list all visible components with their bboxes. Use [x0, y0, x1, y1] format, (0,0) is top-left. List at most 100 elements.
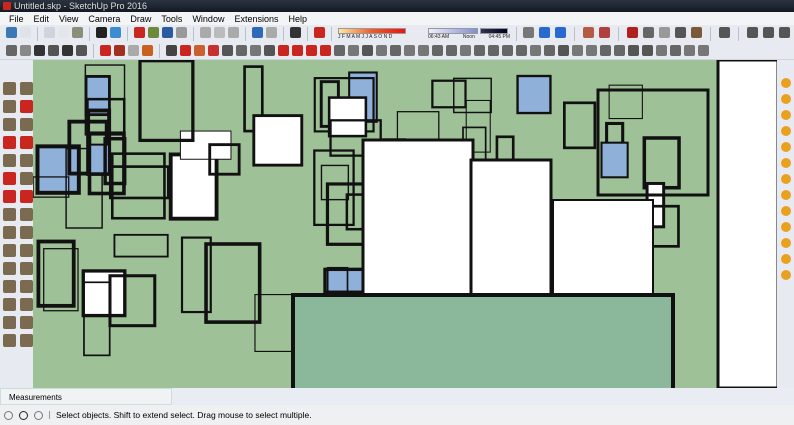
zoom-extents-icon[interactable] [3, 298, 16, 311]
line-icon[interactable] [20, 100, 33, 113]
view-tool-icon[interactable] [691, 26, 702, 38]
menu-help[interactable]: Help [283, 14, 312, 24]
window-model[interactable] [716, 60, 777, 388]
secondary-tool-icon[interactable] [446, 45, 457, 56]
view-tool-icon[interactable] [599, 26, 610, 38]
main-tool-icon[interactable] [228, 26, 239, 38]
move-icon[interactable] [20, 154, 33, 167]
window-model[interactable] [552, 199, 654, 301]
3d-viewport[interactable] [33, 60, 777, 388]
view-tool-icon[interactable] [583, 26, 594, 38]
tape-measure-icon[interactable] [3, 208, 16, 221]
secondary-tool-icon[interactable] [6, 45, 17, 56]
secondary-tool-icon[interactable] [320, 45, 331, 56]
secondary-tool-icon[interactable] [642, 45, 653, 56]
secondary-tool-icon[interactable] [306, 45, 317, 56]
main-tool-icon[interactable] [290, 26, 301, 38]
secondary-tool-icon[interactable] [250, 45, 261, 56]
view-tool-icon[interactable] [675, 26, 686, 38]
secondary-tool-icon[interactable] [502, 45, 513, 56]
look-around-icon[interactable] [20, 316, 33, 329]
secondary-tool-icon[interactable] [208, 45, 219, 56]
window-model[interactable] [204, 242, 262, 324]
window-model[interactable] [138, 60, 195, 143]
secondary-tool-icon[interactable] [684, 45, 695, 56]
window-model[interactable] [291, 293, 675, 388]
3d-text-icon[interactable] [20, 244, 33, 257]
secondary-tool-icon[interactable] [20, 45, 31, 56]
extension-icon[interactable] [780, 190, 791, 200]
view-tool-icon[interactable] [719, 26, 730, 38]
view-tool-icon[interactable] [555, 26, 566, 38]
secondary-tool-icon[interactable] [656, 45, 667, 56]
orbit-icon[interactable] [3, 262, 16, 275]
menu-window[interactable]: Window [187, 14, 229, 24]
secondary-tool-icon[interactable] [348, 45, 359, 56]
main-tool-icon[interactable] [162, 26, 173, 38]
view-tool-icon[interactable] [523, 26, 534, 38]
secondary-tool-icon[interactable] [572, 45, 583, 56]
window-model[interactable] [431, 79, 467, 109]
secondary-tool-icon[interactable] [432, 45, 443, 56]
section-plane-icon[interactable] [20, 334, 33, 347]
secondary-tool-icon[interactable] [264, 45, 275, 56]
axes-icon[interactable] [3, 244, 16, 257]
extension-icon[interactable] [780, 110, 791, 120]
secondary-tool-icon[interactable] [278, 45, 289, 56]
circle-icon[interactable] [20, 118, 33, 131]
window-model[interactable] [252, 114, 304, 167]
push-pull-icon[interactable] [3, 154, 16, 167]
secondary-tool-icon[interactable] [180, 45, 191, 56]
secondary-tool-icon[interactable] [100, 45, 111, 56]
window-model[interactable] [327, 96, 368, 138]
main-tool-icon[interactable] [110, 26, 121, 38]
shadow-settings[interactable]: J F M A M J J A S O N D 06:43 AM Noon 04:4… [338, 27, 510, 40]
main-tool-icon[interactable] [266, 26, 277, 38]
extension-icon[interactable] [780, 94, 791, 104]
window-model[interactable] [113, 233, 169, 258]
freehand-icon[interactable] [20, 136, 33, 149]
menu-file[interactable]: File [4, 14, 29, 24]
secondary-tool-icon[interactable] [48, 45, 59, 56]
text-icon[interactable] [3, 226, 16, 239]
window-model[interactable] [642, 136, 681, 190]
extension-icon[interactable] [780, 206, 791, 216]
secondary-tool-icon[interactable] [628, 45, 639, 56]
rectangle-icon[interactable] [3, 118, 16, 131]
window-model[interactable] [516, 74, 552, 115]
extension-icon[interactable] [780, 270, 791, 280]
secondary-tool-icon[interactable] [166, 45, 177, 56]
extension-icon[interactable] [780, 142, 791, 152]
secondary-tool-icon[interactable] [334, 45, 345, 56]
view-tool-icon[interactable] [539, 26, 550, 38]
secondary-tool-icon[interactable] [76, 45, 87, 56]
extension-icon[interactable] [780, 238, 791, 248]
main-tool-icon[interactable] [20, 26, 31, 38]
window-model[interactable] [81, 269, 127, 318]
extension-icon[interactable] [780, 222, 791, 232]
extension-icon[interactable] [780, 158, 791, 168]
follow-me-icon[interactable] [3, 190, 16, 203]
secondary-tool-icon[interactable] [236, 45, 247, 56]
main-tool-icon[interactable] [148, 26, 159, 38]
secondary-tool-icon[interactable] [698, 45, 709, 56]
protractor-icon[interactable] [20, 208, 33, 221]
secondary-tool-icon[interactable] [474, 45, 485, 56]
secondary-tool-icon[interactable] [34, 45, 45, 56]
secondary-tool-icon[interactable] [376, 45, 387, 56]
secondary-tool-icon[interactable] [114, 45, 125, 56]
secondary-tool-icon[interactable] [558, 45, 569, 56]
menu-view[interactable]: View [54, 14, 83, 24]
view-tool-icon[interactable] [747, 26, 758, 38]
secondary-tool-icon[interactable] [62, 45, 73, 56]
main-tool-icon[interactable] [58, 26, 69, 38]
credits-icon[interactable] [19, 410, 28, 420]
window-model[interactable] [110, 152, 166, 220]
geo-location-icon[interactable] [4, 410, 13, 420]
zoom-icon[interactable] [3, 280, 16, 293]
offset-icon[interactable] [20, 190, 33, 203]
view-tool-icon[interactable] [643, 26, 654, 38]
menu-extensions[interactable]: Extensions [229, 14, 283, 24]
main-tool-icon[interactable] [72, 26, 83, 38]
window-model[interactable] [600, 141, 629, 179]
